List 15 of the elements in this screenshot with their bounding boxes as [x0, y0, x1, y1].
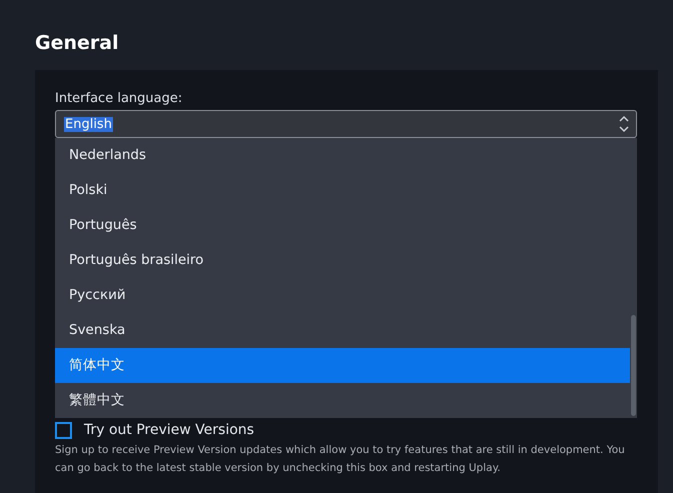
language-option[interactable]: Polski	[55, 173, 630, 208]
language-option[interactable]: Русский	[55, 278, 630, 313]
page-title: General	[35, 31, 120, 56]
field-label: Interface language:	[55, 90, 184, 108]
language-option[interactable]: 繁體中文	[55, 383, 630, 418]
language-option[interactable]: Nederlands	[55, 138, 630, 173]
language-option[interactable]: Português brasileiro	[55, 243, 630, 278]
description-text: Sign up to receive Preview Version updates which allow you to try features that are still in development. You can go back to the latest stable version by unchecking this box and restarting Uplay.	[55, 443, 626, 476]
checkbox-label: Try out Preview Versions	[84, 422, 254, 438]
language-option[interactable]: 简体中文	[55, 348, 630, 383]
language-select[interactable]: English	[55, 110, 637, 138]
up-down-caret-icon	[619, 115, 629, 133]
language-option[interactable]: Svenska	[55, 313, 630, 348]
checkbox[interactable]	[55, 422, 72, 438]
language-option[interactable]: Português	[55, 208, 630, 243]
